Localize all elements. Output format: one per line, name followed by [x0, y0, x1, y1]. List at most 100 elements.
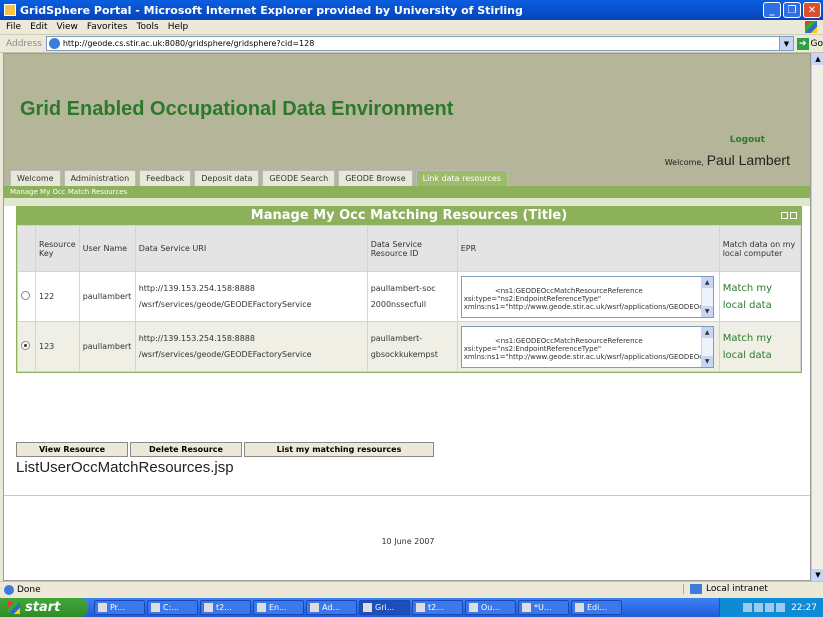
- menu-help[interactable]: Help: [168, 22, 189, 32]
- view-resource-button[interactable]: View Resource: [16, 442, 128, 457]
- scroll-down-icon[interactable]: ▼: [701, 355, 713, 367]
- logout-link[interactable]: Logout: [730, 135, 765, 145]
- taskbar: start Pr... C:... t2... En... Ad... Gri.…: [0, 598, 823, 617]
- taskbar-item[interactable]: Edi...: [571, 600, 622, 615]
- tray-network-icon[interactable]: [743, 603, 753, 612]
- menu-favorites[interactable]: Favorites: [87, 22, 128, 32]
- panel-title-text: Manage My Occ Matching Resources (Title): [250, 208, 568, 223]
- windows-flag-icon: [8, 601, 20, 614]
- delete-resource-button[interactable]: Delete Resource: [130, 442, 242, 457]
- go-label: Go: [810, 38, 823, 49]
- menu-file[interactable]: File: [6, 22, 21, 32]
- go-arrow-icon: ➔: [797, 37, 809, 50]
- menu-edit[interactable]: Edit: [30, 22, 47, 32]
- taskbar-item[interactable]: Ad...: [306, 600, 357, 615]
- scroll-up-icon[interactable]: ▲: [701, 326, 713, 338]
- col-epr: EPR: [456, 225, 720, 272]
- page-icon: [48, 38, 60, 49]
- welcome-label: Welcome,: [664, 158, 704, 167]
- panel-maximize-icon[interactable]: [790, 212, 797, 219]
- match-cell: Match my local data: [718, 321, 802, 372]
- tab-link-data-resources[interactable]: Link data resources: [415, 170, 508, 186]
- ie-app-icon: [4, 4, 16, 16]
- tray-app-icon[interactable]: [776, 603, 786, 612]
- taskbar-item[interactable]: Pr...: [94, 600, 145, 615]
- scroll-up-icon[interactable]: ▲: [701, 276, 713, 288]
- taskbar-item[interactable]: t2...: [200, 600, 251, 615]
- tab-feedback[interactable]: Feedback: [139, 170, 192, 186]
- taskbar-item[interactable]: t2...: [412, 600, 463, 615]
- portal-header: Grid Enabled Occupational Data Environme…: [4, 54, 810, 167]
- match-local-data-link[interactable]: Match my local data: [723, 333, 772, 361]
- epr-textarea[interactable]: <ns1:GEODEOccMatchResourceReference xsi:…: [460, 275, 714, 318]
- table-row: 122 paullambert http://139.153.254.158:8…: [17, 271, 802, 322]
- tab-welcome[interactable]: Welcome: [10, 170, 61, 186]
- task-app-icon: [522, 603, 531, 612]
- row-radio[interactable]: [21, 291, 30, 300]
- match-cell: Match my local data: [718, 271, 802, 322]
- intranet-icon: [690, 584, 702, 594]
- page-scrollbar[interactable]: ▲ ▼: [811, 53, 823, 581]
- resource-id: paullambert-soc 2000nssecfull: [366, 271, 458, 322]
- panel-minimize-icon[interactable]: [781, 212, 788, 219]
- taskbar-item[interactable]: Ou...: [465, 600, 516, 615]
- task-app-icon: [416, 603, 425, 612]
- start-label: start: [25, 600, 61, 615]
- address-url: http://geode.cs.stir.ac.uk:8080/gridsphe…: [62, 39, 315, 48]
- col-data-service-uri: Data Service URI: [134, 225, 368, 272]
- taskbar-item-active[interactable]: Gri...: [359, 600, 410, 615]
- scroll-down-icon[interactable]: ▼: [812, 569, 823, 581]
- tray-icons: [743, 603, 786, 612]
- menu-bar: File Edit View Favorites Tools Help: [0, 20, 823, 35]
- data-service-uri: http://139.153.254.158:8888 /wsrf/servic…: [134, 321, 368, 372]
- tab-deposit-data[interactable]: Deposit data: [194, 170, 260, 186]
- tray-volume-icon[interactable]: [754, 603, 764, 612]
- list-matching-resources-button[interactable]: List my matching resources: [244, 442, 434, 457]
- system-tray: 22:27: [719, 598, 823, 617]
- scroll-up-icon[interactable]: ▲: [812, 53, 823, 65]
- menu-tools[interactable]: Tools: [137, 22, 159, 32]
- go-button[interactable]: ➔ Go: [797, 37, 823, 50]
- task-app-icon: [257, 603, 266, 612]
- minimize-button[interactable]: _: [763, 2, 781, 18]
- restore-button[interactable]: ❐: [783, 2, 801, 18]
- epr-textarea[interactable]: <ns1:GEODEOccMatchResourceReference xsi:…: [460, 325, 714, 368]
- window-titlebar: GridSphere Portal - Microsoft Internet E…: [0, 0, 823, 20]
- task-label: Edi...: [587, 603, 607, 612]
- row-radio[interactable]: [21, 341, 30, 350]
- epr-scrollbar[interactable]: ▲ ▼: [700, 276, 713, 317]
- user-name: paullambert: [78, 271, 136, 322]
- resource-key: 123: [35, 321, 80, 372]
- tray-security-icon[interactable]: [765, 603, 775, 612]
- match-local-data-link[interactable]: Match my local data: [723, 283, 772, 311]
- scroll-down-icon[interactable]: ▼: [701, 305, 713, 317]
- taskbar-item[interactable]: C:...: [147, 600, 198, 615]
- resources-panel: Manage My Occ Matching Resources (Title)…: [16, 206, 802, 373]
- task-app-icon: [469, 603, 478, 612]
- taskbar-item[interactable]: En...: [253, 600, 304, 615]
- start-button[interactable]: start: [0, 598, 88, 617]
- taskbar-item[interactable]: *U...: [518, 600, 569, 615]
- tab-administration[interactable]: Administration: [63, 170, 137, 186]
- resources-table: Resource Key User Name Data Service URI …: [17, 225, 802, 372]
- task-label: t2...: [216, 603, 232, 612]
- address-dropdown-icon[interactable]: ▼: [779, 37, 793, 50]
- tab-geode-browse[interactable]: GEODE Browse: [338, 170, 413, 186]
- address-input[interactable]: http://geode.cs.stir.ac.uk:8080/gridsphe…: [45, 36, 794, 51]
- menu-view[interactable]: View: [57, 22, 78, 32]
- task-label: Ou...: [481, 603, 500, 612]
- close-button[interactable]: ✕: [803, 2, 821, 18]
- clock: 22:27: [791, 602, 817, 613]
- address-bar: Address http://geode.cs.stir.ac.uk:8080/…: [0, 35, 823, 53]
- task-label: En...: [269, 603, 287, 612]
- epr-scrollbar[interactable]: ▲ ▼: [700, 326, 713, 367]
- window-title: GridSphere Portal - Microsoft Internet E…: [20, 3, 523, 17]
- task-app-icon: [575, 603, 584, 612]
- windows-logo-icon: [805, 21, 817, 33]
- zone-label: Local intranet: [706, 584, 768, 594]
- status-bar: Done Local intranet: [0, 581, 823, 598]
- resource-id: paullambert- gbsockkukempst: [366, 321, 458, 372]
- col-resource-key: Resource Key: [35, 225, 80, 272]
- subtab-manage-occ-match[interactable]: Manage My Occ Match Resources: [4, 186, 810, 198]
- tab-geode-search[interactable]: GEODE Search: [262, 170, 336, 186]
